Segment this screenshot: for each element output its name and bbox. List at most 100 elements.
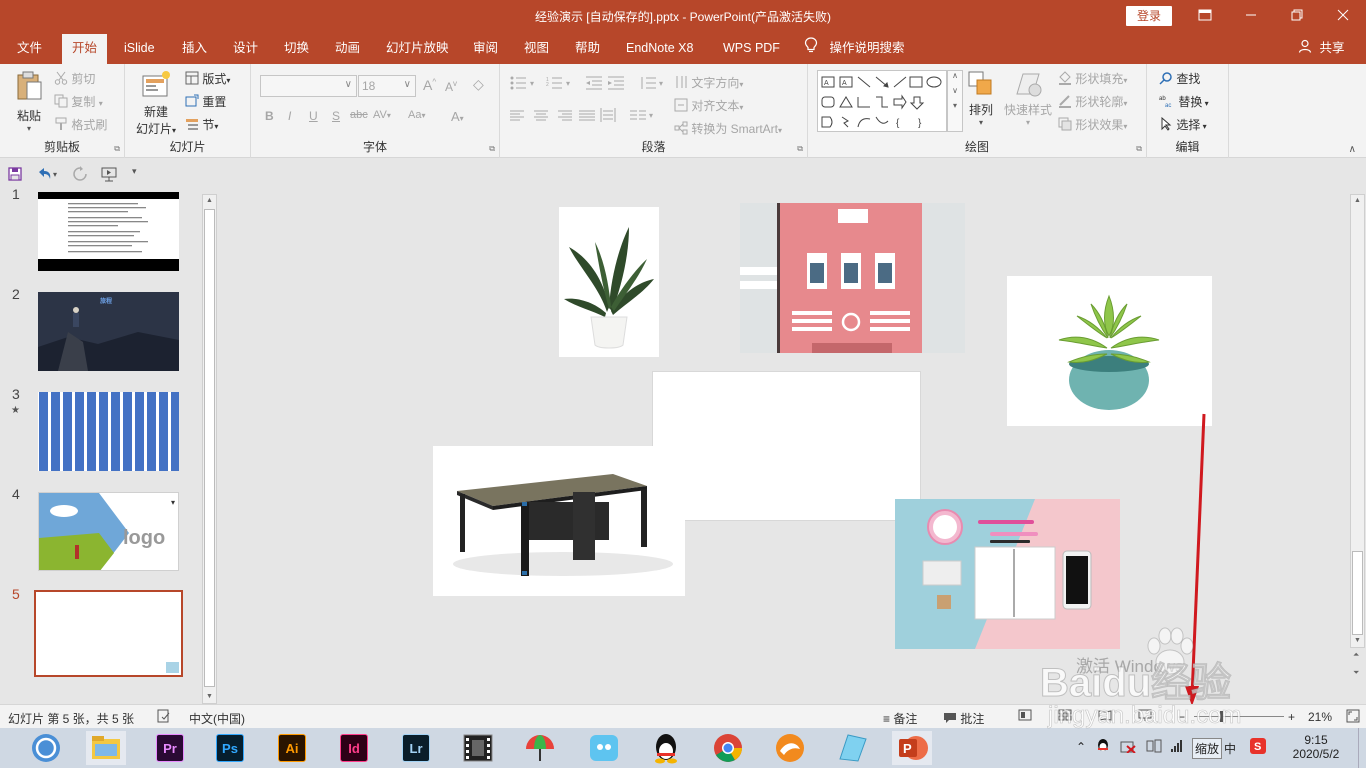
tab-animations[interactable]: 动画 — [335, 32, 360, 64]
strikethrough-icon[interactable]: abc — [350, 109, 368, 121]
clock[interactable]: 9:15 2020/5/2 — [1288, 733, 1344, 761]
blank-rectangle-shape[interactable] — [652, 371, 921, 521]
layout-button[interactable]: 版式▾ — [185, 70, 230, 88]
scroll-down-icon[interactable]: ▼ — [1351, 635, 1364, 647]
notes-button[interactable]: ≡ 备注 — [883, 710, 917, 727]
cortana-icon[interactable] — [26, 731, 66, 765]
align-center-icon[interactable] — [533, 110, 549, 125]
slide-thumbnail-3[interactable] — [38, 392, 179, 471]
tray-expand-icon[interactable]: ⌃ — [1076, 740, 1086, 754]
slide-thumbnail-4[interactable]: ▾ logo — [38, 492, 179, 571]
tab-islide[interactable]: iSlide — [124, 32, 155, 64]
distributed-icon[interactable] — [600, 108, 616, 125]
scroll-up-icon[interactable]: ▲ — [203, 195, 216, 207]
tray-device-icon[interactable] — [1146, 739, 1162, 756]
quick-styles-button[interactable]: 快速样式 ▾ — [1004, 70, 1052, 127]
clear-formatting-icon[interactable]: ◇ — [473, 76, 484, 93]
shadow-icon[interactable]: S — [332, 109, 340, 123]
tab-endnote[interactable]: EndNote X8 — [626, 32, 693, 64]
shape-effects-button[interactable]: 形状效果▾ — [1058, 116, 1127, 134]
paragraph-launcher-icon[interactable]: ⧉ — [797, 144, 803, 154]
arrange-button[interactable]: 排列 ▾ — [966, 70, 996, 127]
font-size-combo[interactable]: 18 ∨ — [358, 75, 416, 97]
video-editor-icon[interactable] — [458, 731, 498, 765]
customize-qat-icon[interactable]: ▾ — [132, 166, 137, 177]
bold-icon[interactable]: B — [265, 109, 274, 123]
slideshow-view-icon[interactable] — [1138, 709, 1152, 724]
shape-fill-button[interactable]: 形状填充▾ — [1058, 70, 1127, 88]
tab-wps-pdf[interactable]: WPS PDF — [723, 32, 780, 64]
line-spacing-icon[interactable]: ▾ — [640, 76, 666, 93]
cut-button[interactable]: 剪切 — [54, 70, 95, 88]
shapes-gallery-scroll[interactable]: ∧ ∨ ▾ — [947, 70, 963, 132]
format-painter-button[interactable]: 格式刷 — [54, 116, 107, 134]
illustrator-icon[interactable]: Ai — [272, 731, 312, 765]
reading-view-icon[interactable] — [1098, 709, 1112, 724]
italic-icon[interactable]: I — [288, 109, 291, 123]
lightroom-icon[interactable]: Lr — [396, 731, 436, 765]
font-color-icon[interactable]: A▾ — [451, 109, 464, 124]
tab-review[interactable]: 审阅 — [473, 32, 498, 64]
select-button[interactable]: 选择 ▾ — [1159, 116, 1207, 134]
decrease-indent-icon[interactable] — [586, 76, 604, 93]
succulent-image[interactable] — [1007, 276, 1212, 426]
tab-design[interactable]: 设计 — [233, 32, 258, 64]
tab-home[interactable]: 开始 — [62, 34, 108, 64]
editor-scrollbar[interactable]: ▲ ▼ — [1350, 194, 1365, 648]
plant-image[interactable] — [559, 207, 659, 357]
underline-icon[interactable]: U — [309, 109, 318, 123]
previous-slide-icon[interactable]: ⏶ — [1353, 650, 1359, 660]
restore-icon[interactable] — [1274, 0, 1320, 32]
indesign-icon[interactable]: Id — [334, 731, 374, 765]
slideshow-from-start-icon[interactable] — [100, 166, 120, 185]
ribbon-display-options-icon[interactable] — [1182, 0, 1228, 32]
umbrella-app-icon[interactable] — [520, 731, 560, 765]
tab-help[interactable]: 帮助 — [575, 32, 600, 64]
replace-button[interactable]: ab ac 替换 ▾ — [1159, 93, 1209, 111]
redo-icon[interactable] — [72, 166, 88, 185]
numbering-icon[interactable]: 1 2 ▾ — [546, 76, 574, 93]
shape-outline-button[interactable]: 形状轮廓▾ — [1058, 93, 1127, 111]
close-icon[interactable] — [1320, 0, 1366, 32]
tab-transitions[interactable]: 切换 — [284, 32, 309, 64]
increase-indent-icon[interactable] — [608, 76, 626, 93]
slide-thumbnail-2[interactable]: 旅程 — [38, 292, 179, 371]
character-spacing-icon[interactable]: AV▾ — [373, 109, 391, 121]
copy-button[interactable]: 复制 ▾ — [54, 93, 103, 111]
network-icon[interactable] — [1170, 739, 1184, 756]
align-text-button[interactable]: 对齐文本▾ — [674, 97, 743, 115]
spelling-check-icon[interactable] — [157, 709, 171, 726]
qq-icon[interactable] — [646, 731, 686, 765]
fit-to-window-icon[interactable] — [1346, 709, 1360, 726]
align-left-icon[interactable] — [510, 110, 526, 125]
tray-security-icon[interactable] — [1120, 739, 1136, 756]
next-slide-icon[interactable]: ⏷ — [1353, 668, 1359, 678]
collapse-ribbon-icon[interactable]: ∧ — [1349, 144, 1356, 155]
zoom-slider-thumb[interactable] — [1220, 711, 1223, 722]
increase-font-size-icon[interactable]: A^ — [423, 77, 436, 93]
tab-slideshow[interactable]: 幻灯片放映 — [386, 32, 449, 64]
font-launcher-icon[interactable]: ⧉ — [489, 144, 495, 154]
clipboard-launcher-icon[interactable]: ⧉ — [114, 144, 120, 154]
columns-icon[interactable]: ▾ — [630, 109, 656, 124]
share-button[interactable]: 共享 — [1298, 32, 1345, 64]
reset-button[interactable]: 重置 — [185, 93, 226, 111]
tab-insert[interactable]: 插入 — [182, 32, 207, 64]
show-desktop-button[interactable] — [1358, 728, 1366, 768]
login-button[interactable]: 登录 — [1126, 6, 1172, 26]
tab-file[interactable]: 文件 — [17, 32, 42, 64]
align-right-icon[interactable] — [556, 110, 572, 125]
section-button[interactable]: 节▾ — [185, 116, 218, 134]
chat-app-icon[interactable] — [584, 731, 624, 765]
undo-icon[interactable]: ▾ — [36, 166, 60, 185]
pink-building-image[interactable] — [740, 203, 965, 353]
slide-thumbnail-1[interactable] — [38, 192, 179, 271]
comments-button[interactable]: 批注 — [943, 710, 984, 727]
language-status[interactable]: 中文(中国) — [189, 710, 245, 727]
bullets-icon[interactable]: ▾ — [510, 76, 538, 93]
chrome-icon[interactable] — [708, 731, 748, 765]
find-button[interactable]: 查找 — [1159, 70, 1200, 88]
powerpoint-icon[interactable]: P — [892, 731, 932, 765]
font-name-combo[interactable]: ∨ — [260, 75, 357, 97]
scroll-down-icon[interactable]: ▼ — [203, 691, 216, 703]
